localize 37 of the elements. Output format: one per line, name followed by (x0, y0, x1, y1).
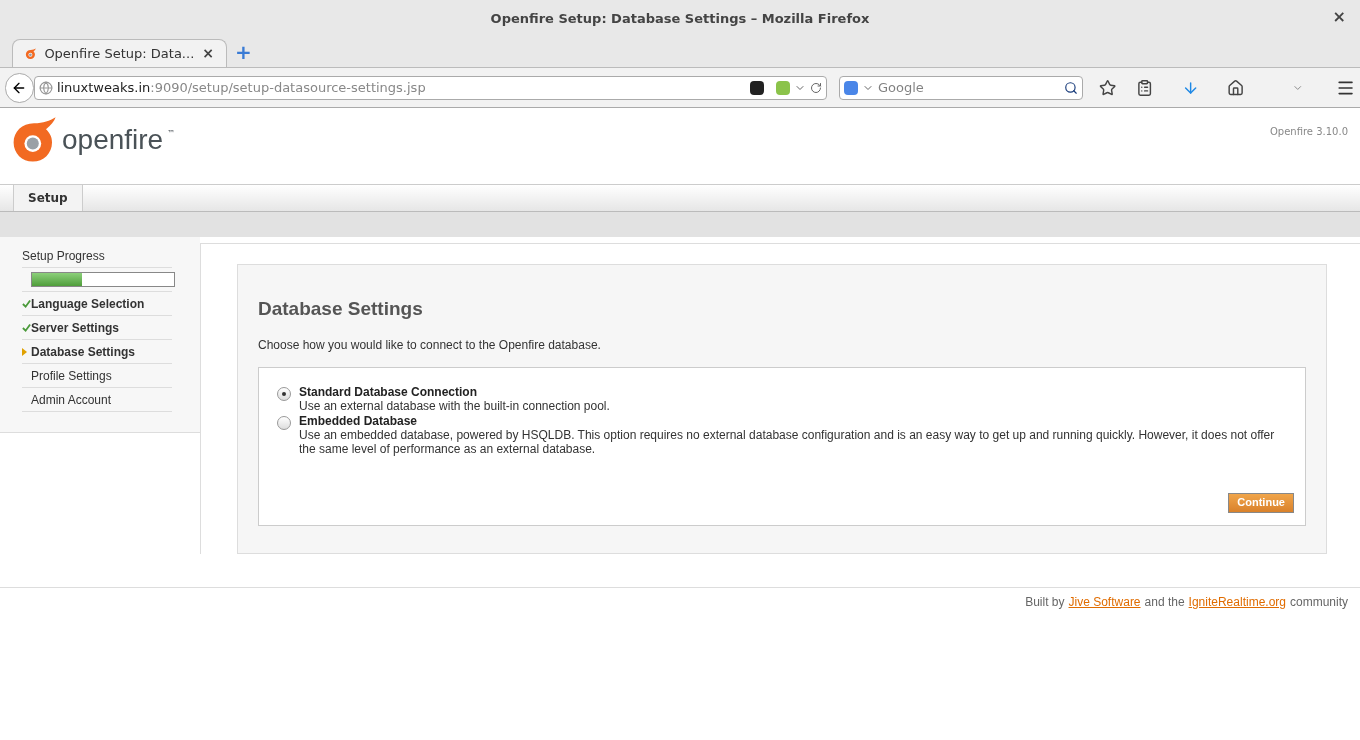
progress-step: Profile Settings (22, 364, 172, 388)
version-text: Openfire 3.10.0 (1269, 125, 1348, 139)
home-icon[interactable] (1227, 78, 1245, 97)
footer-text: and the (1144, 594, 1185, 611)
radio-button[interactable] (277, 386, 291, 401)
back-button[interactable] (5, 72, 34, 103)
option-description: Use an embedded database, powered by HSQLDB. This option requires no external database configuration and is an easy way to get up and running quickly. However, it does not offer the same level of performance as an external database. (299, 427, 1276, 456)
option-title: Embedded Database (299, 413, 419, 428)
openfire-logo: openfire™ (10, 116, 176, 164)
search-field[interactable]: Google (839, 75, 1084, 100)
url-text: linuxtweaks.in:9090/setup/setup-datasource-settings.jsp (56, 78, 427, 97)
search-engine-icon[interactable] (844, 80, 858, 95)
progress-step: Admin Account (22, 388, 172, 412)
bookmark-star-icon[interactable] (1099, 78, 1117, 97)
option-description: Use an external database with the built-in connection pool. (299, 398, 610, 413)
progress-step: Language Selection (22, 292, 172, 316)
page-heading: Database Settings (258, 297, 424, 321)
search-icon[interactable] (1064, 80, 1079, 95)
tab-close-button[interactable]: × (202, 43, 214, 64)
browser-tab[interactable]: Openfire Setup: Data... × (12, 39, 227, 67)
globe-icon (38, 80, 53, 95)
close-button[interactable]: × (1332, 9, 1346, 25)
window-title: Openfire Setup: Database Settings – Mozilla Firefox (490, 10, 870, 29)
radio-button[interactable] (277, 415, 291, 430)
footer-text: Built by (1025, 594, 1065, 611)
progress-step: Database Settings (22, 340, 172, 364)
nav-tab[interactable]: Setup (13, 185, 83, 211)
search-input[interactable]: Google (878, 77, 1061, 98)
option-title: Standard Database Connection (299, 384, 479, 399)
intro-text: Choose how you would like to connect to the Openfire database. (258, 336, 602, 354)
clipboard-icon[interactable] (1136, 78, 1154, 97)
address-bar[interactable]: linuxtweaks.in:9090/setup/setup-datasource-settings.jsp (33, 75, 827, 100)
reload-icon[interactable] (810, 81, 822, 94)
footer-text: community (1290, 594, 1348, 611)
progress-step: Server Settings (22, 316, 172, 340)
sidebar-title: Setup Progress (22, 247, 172, 268)
tab-title: Openfire Setup: Data... (44, 44, 195, 63)
